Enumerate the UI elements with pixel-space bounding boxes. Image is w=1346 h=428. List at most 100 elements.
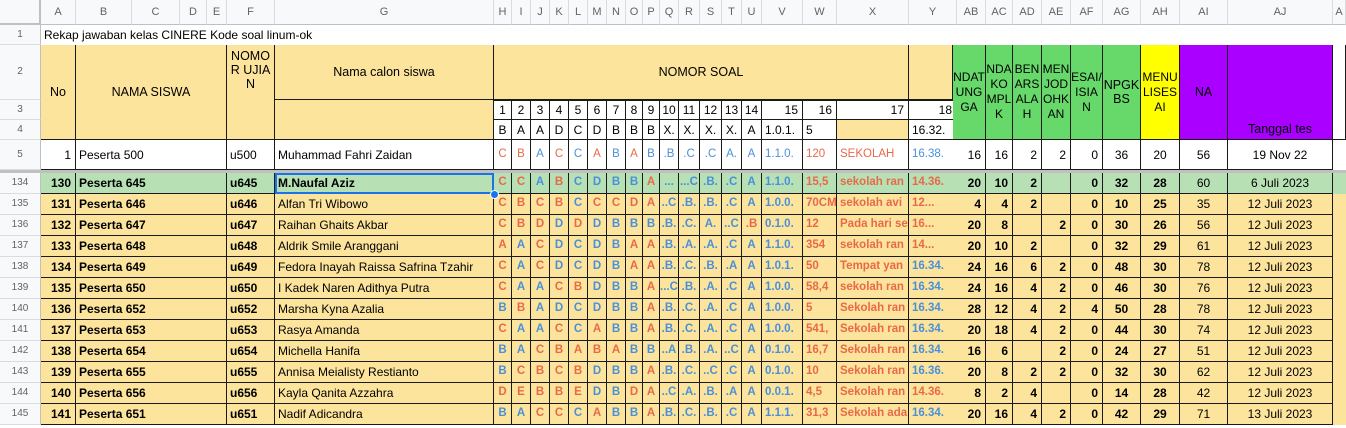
answer-cell[interactable]: D	[531, 215, 550, 236]
score-cell[interactable]: 2	[1013, 140, 1042, 170]
answer-cell[interactable]: C	[494, 215, 512, 236]
answer-cell[interactable]: A	[643, 404, 660, 425]
answer-cell[interactable]: 0.1.0.	[762, 341, 803, 362]
score-cell[interactable]: 42	[1103, 404, 1141, 425]
answer-cell[interactable]: D	[588, 278, 607, 299]
score-cell[interactable]	[1042, 194, 1071, 215]
answer-cell[interactable]: C	[531, 341, 550, 362]
answer-cell[interactable]: 5	[803, 299, 837, 320]
score-cell[interactable]: 18	[986, 320, 1013, 341]
tanggal-cell[interactable]: 12 Juli 2023	[1228, 236, 1333, 257]
answer-cell[interactable]: 31,3	[803, 404, 837, 425]
answer-cell[interactable]: A	[512, 341, 531, 362]
column-header-b[interactable]: B	[76, 0, 132, 25]
answer-cell[interactable]: 1.0.0.	[762, 299, 803, 320]
answer-cell[interactable]: .C	[722, 173, 742, 194]
answer-cell[interactable]: 16.34.	[909, 404, 957, 425]
question-number[interactable]: 17	[837, 100, 909, 120]
score-cell[interactable]	[1013, 215, 1042, 236]
score-cell[interactable]: 2	[1013, 362, 1042, 383]
column-header-q[interactable]: Q	[660, 0, 679, 25]
nama-calon-cell[interactable]: Alfan Tri Wibowo	[275, 194, 494, 215]
column-header-y[interactable]: Y	[909, 0, 957, 25]
answer-cell[interactable]: B	[494, 341, 512, 362]
answer-cell[interactable]: 16.34.	[909, 341, 957, 362]
ndakomplek-header[interactable]: NDAKOMPLK	[986, 45, 1013, 140]
answer-cell[interactable]: SEKOLAH	[837, 140, 909, 170]
answer-cell[interactable]: D	[588, 173, 607, 194]
answer-cell[interactable]: .A.	[700, 341, 722, 362]
score-cell[interactable]: 2	[1042, 299, 1071, 320]
nama-calon-cell[interactable]: Marsha Kyna Azalia	[275, 299, 494, 320]
column-header-i[interactable]: I	[512, 0, 531, 25]
tanggal-cell[interactable]: 12 Juli 2023	[1228, 257, 1333, 278]
row-no-cell[interactable]: 141	[41, 404, 76, 425]
tanggal-cell[interactable]: 12 Juli 2023	[1228, 341, 1333, 362]
column-header-n[interactable]: N	[607, 0, 626, 25]
score-cell[interactable]: 6	[1013, 257, 1042, 278]
nama-calon-cell[interactable]: Muhammad Fahri Zaidan	[275, 140, 494, 170]
answer-cell[interactable]: C	[569, 257, 588, 278]
answer-cell[interactable]: ..C	[700, 362, 722, 383]
nomor-ujian-cell[interactable]: u653	[227, 320, 275, 341]
answer-cell[interactable]: B	[588, 341, 607, 362]
answer-cell[interactable]: 0.1.0.	[762, 362, 803, 383]
score-cell[interactable]: 4	[986, 194, 1013, 215]
answer-cell[interactable]: A	[569, 341, 588, 362]
answer-cell[interactable]: B	[607, 173, 626, 194]
nomor-ujian-cell[interactable]: u650	[227, 278, 275, 299]
question-number[interactable]: 18	[909, 100, 957, 120]
row-header[interactable]: 136	[0, 215, 41, 236]
answer-cell[interactable]: A	[494, 236, 512, 257]
answer-cell[interactable]: C	[550, 404, 569, 425]
npgkbs-header[interactable]: NPGKBS	[1103, 45, 1141, 140]
question-number[interactable]: 15	[762, 100, 803, 120]
score-cell[interactable]: 14	[1103, 383, 1141, 404]
score-cell[interactable]: 2	[1042, 140, 1071, 170]
question-number[interactable]: 3	[531, 100, 550, 120]
answer-cell[interactable]: .C.	[679, 215, 700, 236]
score-cell[interactable]: 2	[1042, 215, 1071, 236]
nomor-ujian-header[interactable]: NOMOR UJIAN	[227, 45, 275, 140]
answer-cell[interactable]: C	[531, 236, 550, 257]
answer-cell[interactable]: .C	[700, 140, 722, 170]
active-cell-selection[interactable]	[275, 173, 494, 194]
score-cell[interactable]: 0	[1071, 404, 1103, 425]
no-header[interactable]: No	[41, 45, 76, 140]
answer-cell[interactable]: .C.	[679, 362, 700, 383]
answer-cell[interactable]: .A.	[700, 236, 722, 257]
score-cell[interactable]: 16	[953, 341, 986, 362]
answer-cell[interactable]: A	[531, 173, 550, 194]
benar-salah-header[interactable]: BENARSALAH	[1013, 45, 1042, 140]
cell[interactable]	[1333, 215, 1346, 236]
row-no-cell[interactable]: 139	[41, 362, 76, 383]
answer-cell[interactable]: B	[607, 278, 626, 299]
row-header[interactable]: 137	[0, 236, 41, 257]
column-header-g[interactable]: G	[275, 0, 494, 25]
answer-cell[interactable]: A	[742, 362, 762, 383]
score-cell[interactable]: 2	[986, 383, 1013, 404]
column-header-p[interactable]: P	[643, 0, 660, 25]
tanggal-cell[interactable]: 13 Juli 2023	[1228, 404, 1333, 425]
column-header-ag[interactable]: AG	[1103, 0, 1141, 25]
column-header-w[interactable]: W	[803, 0, 837, 25]
nd-atunggal-header[interactable]: NDATUNGGA	[953, 45, 986, 140]
answer-cell[interactable]: ..A	[660, 341, 679, 362]
answer-cell[interactable]: A	[742, 173, 762, 194]
score-cell[interactable]: 16	[986, 278, 1013, 299]
row-header[interactable]: 140	[0, 299, 41, 320]
score-cell[interactable]: 29	[1141, 236, 1180, 257]
answer-cell[interactable]: A	[643, 278, 660, 299]
question-number[interactable]: 16	[803, 100, 837, 120]
answer-cell[interactable]: A	[626, 236, 643, 257]
menjodohkan-header[interactable]: MENJODOHKAN	[1042, 45, 1071, 140]
row-no-cell[interactable]: 140	[41, 383, 76, 404]
nama-calon-cell[interactable]: Kayla Qanita Azzahra	[275, 383, 494, 404]
answer-cell[interactable]: A	[742, 194, 762, 215]
answer-cell[interactable]: .C	[722, 362, 742, 383]
score-cell[interactable]: 0	[1071, 278, 1103, 299]
nama-siswa-cell[interactable]: Peserta 649	[76, 257, 227, 278]
answer-cell[interactable]: 16.34.	[909, 257, 957, 278]
row-header[interactable]: 3	[0, 100, 41, 120]
answer-cell[interactable]: A	[512, 236, 531, 257]
